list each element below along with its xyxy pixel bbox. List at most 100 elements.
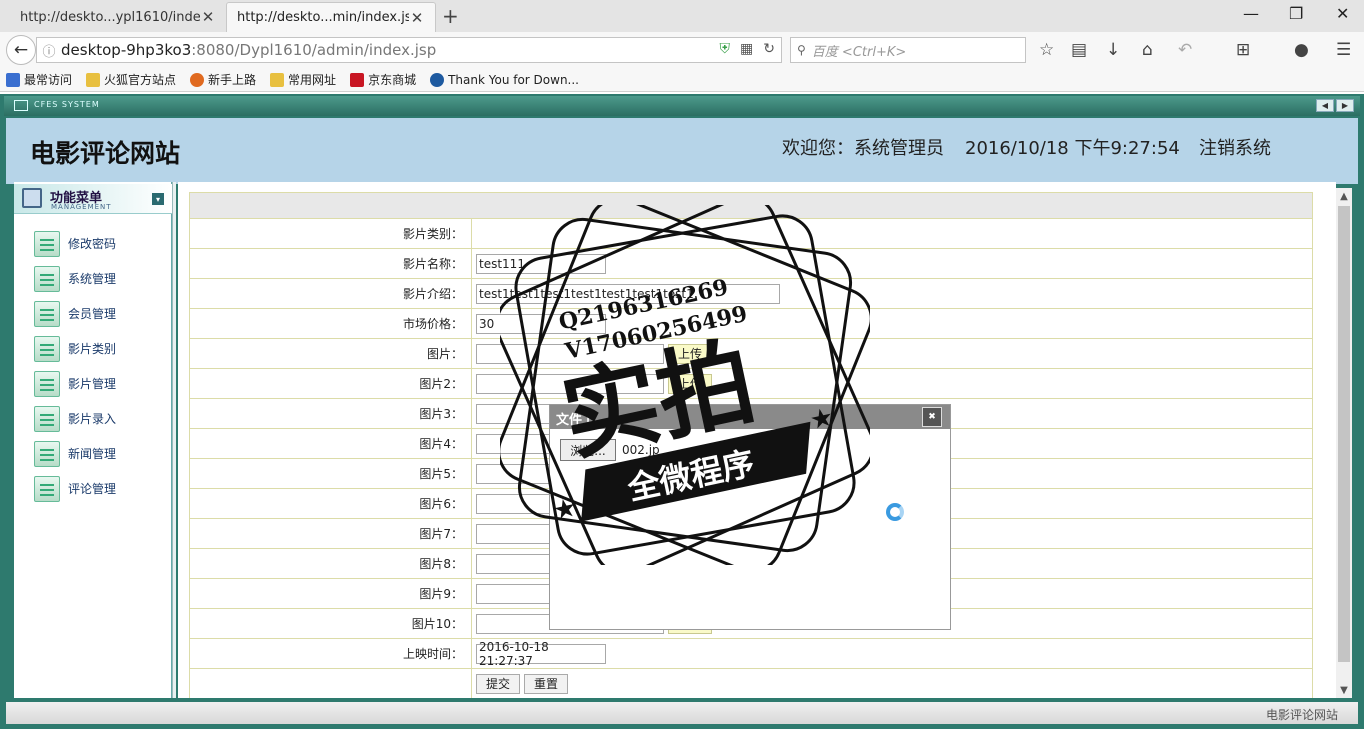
form-row: 影片介绍： test1test1test1test1test1test1test… — [189, 278, 1313, 309]
current-datetime: 2016/10/18 下午9:27:54 — [965, 138, 1180, 159]
close-window-button[interactable]: ✕ — [1336, 4, 1349, 23]
url-bar[interactable]: ⓘ desktop-9hp3ko3:8080/Dypl1610/admin/in… — [36, 37, 782, 63]
search-input[interactable]: ⚲ 百度 <Ctrl+K> — [790, 37, 1026, 63]
info-icon[interactable]: ⓘ — [37, 41, 61, 60]
browser-tab-active[interactable]: http://deskto...min/index.jsp ✕ — [226, 2, 436, 32]
system-label: CFES SYSTEM — [34, 100, 100, 109]
menu-subtitle: MANAGEMENT — [51, 203, 112, 211]
bookmark-label: Thank You for Down... — [448, 72, 579, 87]
bookmark-item[interactable]: 京东商城 — [350, 71, 416, 88]
intro-input[interactable]: test1test1test1test1test1test1test1 — [476, 283, 780, 304]
qr-code-icon[interactable]: ▦ — [740, 41, 753, 57]
back-arrow-icon[interactable]: ← — [6, 35, 36, 65]
bookmark-item[interactable]: 新手上路 — [190, 71, 256, 88]
undo-icon[interactable]: ↶ — [1178, 40, 1192, 60]
name-input[interactable]: test111 — [476, 253, 606, 274]
sidebar-item-label: 系统管理 — [68, 272, 117, 286]
bookmark-label: 火狐官方站点 — [104, 73, 177, 87]
sidebar-item-label: 修改密码 — [68, 237, 117, 251]
shield-icon[interactable]: ⛨ — [720, 41, 731, 57]
form-row: 影片名称： test111 — [189, 248, 1313, 279]
sidebar-item-change-password[interactable]: 修改密码 — [34, 226, 116, 261]
image-row: 图片2： 上传 — [189, 368, 1313, 399]
bookmark-item[interactable]: Thank You for Down... — [430, 72, 579, 87]
reading-list-icon[interactable]: ▤ — [1071, 40, 1087, 60]
sidebar-item-news[interactable]: 新闻管理 — [34, 436, 116, 471]
search-icon: ⚲ — [797, 43, 806, 57]
document-icon — [34, 370, 60, 397]
tab-close-icon[interactable]: ✕ — [409, 9, 425, 27]
browser-tab[interactable]: http://deskto...ypl1610/index ✕ — [10, 2, 226, 32]
category-label: 影片类别： — [189, 218, 472, 249]
sidebar-item-categories[interactable]: 影片类别 — [34, 331, 116, 366]
bookmark-item[interactable]: 火狐官方站点 — [86, 71, 176, 88]
browser-tab-bar: http://deskto...ypl1610/index ✕ http://d… — [0, 0, 1364, 32]
chat-icon[interactable]: ● — [1294, 40, 1309, 60]
upload-button[interactable]: 上传 — [668, 343, 712, 364]
panel-splitter[interactable] — [172, 182, 176, 698]
logout-link[interactable]: 注销系统 — [1199, 134, 1271, 160]
bookmark-item[interactable]: 常用网址 — [270, 71, 336, 88]
tab-title: http://deskto...min/index.jsp — [237, 10, 409, 25]
menu-list: 修改密码 系统管理 会员管理 影片类别 影片管理 影片录入 新闻管理 评论管理 — [34, 226, 116, 506]
sidebar-item-system[interactable]: 系统管理 — [34, 261, 116, 296]
dialog-title: 文件上 — [556, 413, 596, 428]
next-arrow-icon[interactable]: ▶ — [1336, 99, 1354, 112]
dialog-close-icon[interactable]: ✖ — [922, 407, 942, 427]
upload-button[interactable]: 上传 — [668, 373, 712, 394]
minimize-button[interactable]: — — [1243, 4, 1259, 23]
submit-button[interactable]: 提交 — [476, 673, 520, 694]
home-icon[interactable]: ⌂ — [1142, 40, 1153, 60]
image-path-input[interactable] — [476, 343, 664, 364]
folder-icon — [86, 72, 101, 87]
reset-button[interactable]: 重置 — [524, 673, 568, 694]
bookmark-icon — [6, 72, 20, 87]
sidebar-item-movies[interactable]: 影片管理 — [34, 366, 116, 401]
menu-board-icon — [22, 188, 42, 208]
scroll-thumb[interactable] — [1338, 206, 1350, 662]
image-label: 图片10： — [189, 608, 472, 639]
sidebar-item-label: 影片类别 — [68, 342, 117, 356]
bookmark-item[interactable]: 最常访问 — [6, 71, 72, 88]
app-footer: 电影评论网站 — [6, 702, 1358, 724]
welcome-text: 欢迎您：系统管理员 — [782, 138, 944, 159]
sidebar-item-label: 新闻管理 — [68, 447, 117, 461]
scroll-down-icon[interactable]: ▼ — [1336, 682, 1352, 698]
form-row: 影片类别： — [189, 218, 1313, 249]
download-icon[interactable]: ↓ — [1106, 40, 1120, 60]
image-path-input[interactable] — [476, 373, 664, 394]
image-row: 图片： 上传 — [189, 338, 1313, 369]
sidebar-item-comments[interactable]: 评论管理 — [34, 471, 116, 506]
sidebar-item-movie-entry[interactable]: 影片录入 — [34, 401, 116, 436]
new-tab-button[interactable]: + — [442, 4, 459, 28]
dialog-submit-button[interactable]: 提交 — [778, 439, 808, 461]
prev-arrow-icon[interactable]: ◀ — [1316, 99, 1334, 112]
image-label: 图片7： — [189, 518, 472, 549]
monitor-icon — [14, 100, 28, 111]
menu-header: 功能菜单 MANAGEMENT ▾ — [14, 184, 172, 214]
sidebar: 功能菜单 MANAGEMENT ▾ 修改密码 系统管理 会员管理 影片类别 影片… — [14, 182, 172, 698]
dialog-titlebar: 文件上 ✖ — [550, 405, 950, 429]
image-label: 图片2： — [189, 368, 472, 399]
screenshot-icon[interactable]: ⊞ — [1236, 40, 1250, 60]
release-label: 上映时间： — [189, 638, 472, 669]
reload-icon[interactable]: ↻ — [763, 41, 775, 57]
bookmark-star-icon[interactable]: ☆ — [1039, 40, 1054, 60]
maximize-button[interactable]: ❐ — [1289, 4, 1303, 23]
price-input[interactable]: 30 — [476, 313, 606, 334]
tab-close-icon[interactable]: ✕ — [200, 8, 216, 26]
collapse-icon[interactable]: ▾ — [152, 193, 164, 205]
browse-button[interactable]: 浏览... — [560, 439, 616, 461]
form-header-row — [189, 192, 1313, 219]
content-scrollbar[interactable]: ▲ ▼ — [1336, 188, 1352, 698]
app-header: 电影评论网站 欢迎您：系统管理员 2016/10/18 下午9:27:54 注销… — [6, 118, 1358, 184]
image-label: 图片： — [189, 338, 472, 369]
release-time-input[interactable]: 2016-10-18 21:27:37 — [476, 640, 606, 668]
sidebar-item-members[interactable]: 会员管理 — [34, 296, 116, 331]
selected-file-name: 002.jp — [622, 443, 660, 457]
sidebar-item-label: 影片管理 — [68, 377, 117, 391]
document-icon — [34, 265, 60, 292]
scroll-up-icon[interactable]: ▲ — [1336, 188, 1352, 204]
menu-icon[interactable]: ☰ — [1336, 40, 1351, 60]
price-label: 市场价格： — [189, 308, 472, 339]
